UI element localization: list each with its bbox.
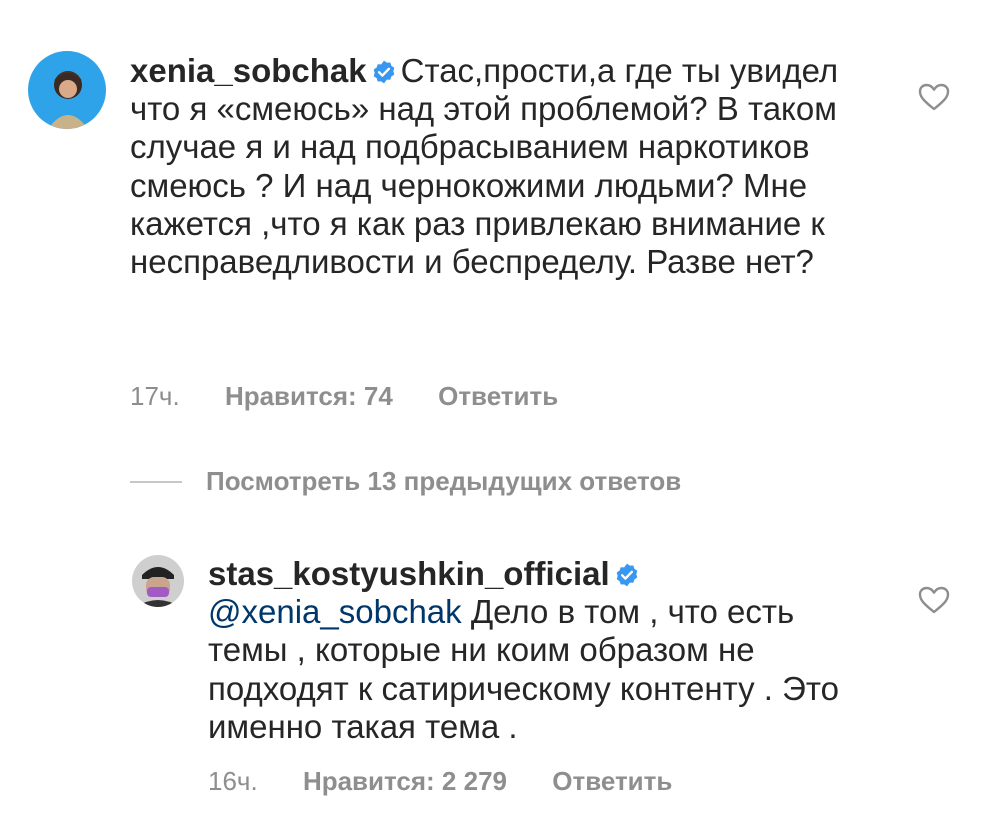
reply-button[interactable]: Ответить — [552, 766, 672, 796]
avatar-image-icon — [132, 555, 184, 607]
reply-button[interactable]: Ответить — [438, 381, 558, 411]
verified-badge-icon — [614, 562, 640, 588]
verified-badge-icon — [371, 59, 397, 85]
view-previous-replies-button[interactable]: Посмотреть 13 предыдущих ответов — [130, 466, 681, 497]
likes-count-link[interactable]: Нравится: 2 279 — [303, 766, 507, 796]
view-replies-label: Посмотреть 13 предыдущих ответов — [206, 466, 682, 496]
avatar[interactable] — [132, 555, 184, 607]
like-heart-icon[interactable] — [918, 585, 950, 615]
comment-body: xenia_sobchak Стас,прости,а где ты увидел… — [130, 52, 870, 281]
mention-link[interactable]: @xenia_sobchak — [208, 593, 462, 630]
comment-time[interactable]: 17ч. — [130, 381, 180, 411]
avatar-image-icon — [28, 51, 106, 129]
like-heart-icon[interactable] — [918, 82, 950, 112]
comment-meta: 17ч. Нравится: 74 Ответить — [130, 381, 558, 412]
divider-line — [130, 480, 182, 483]
reply-body: stas_kostyushkin_official @xenia_sobchak … — [208, 555, 868, 746]
username-link[interactable]: xenia_sobchak — [130, 52, 367, 89]
comment-meta: 16ч. Нравится: 2 279 Ответить — [208, 766, 672, 797]
comment-time[interactable]: 16ч. — [208, 766, 258, 796]
likes-count-link[interactable]: Нравится: 74 — [225, 381, 393, 411]
username-link[interactable]: stas_kostyushkin_official — [208, 555, 610, 592]
avatar[interactable] — [28, 51, 106, 129]
